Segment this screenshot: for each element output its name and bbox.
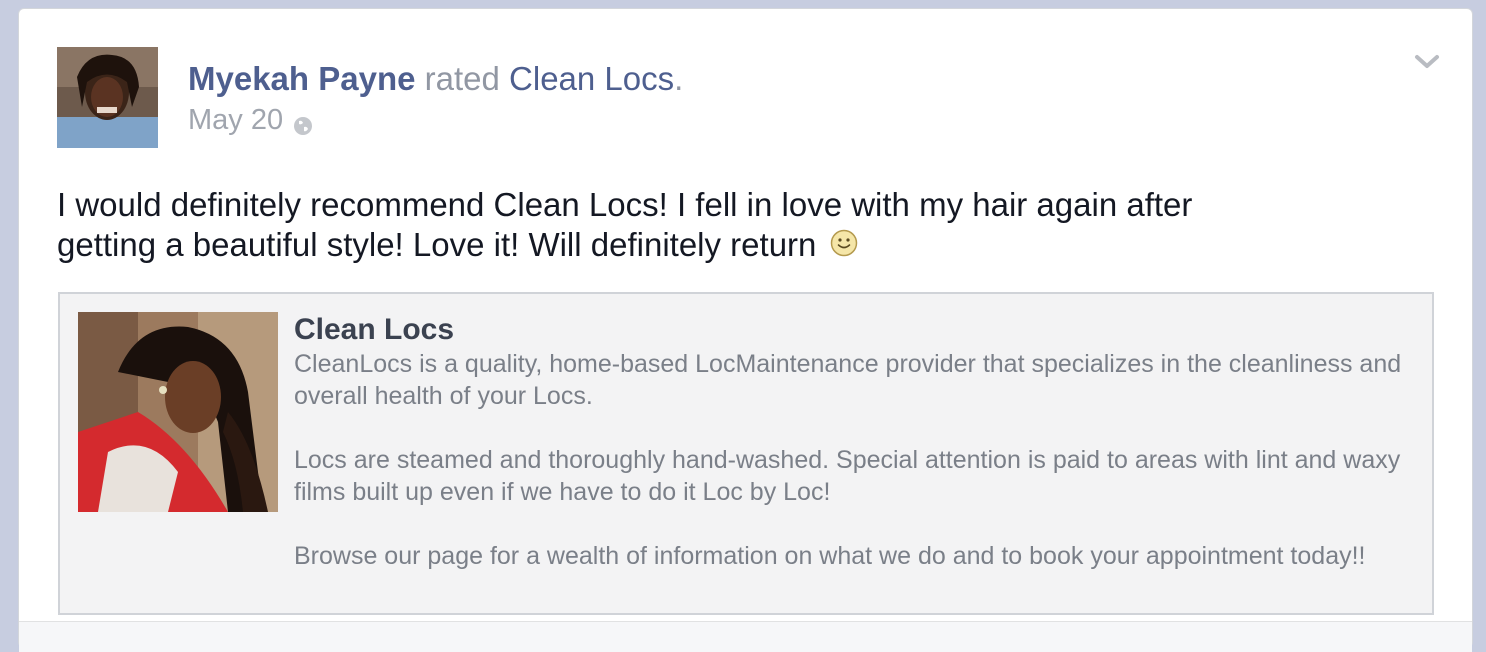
page-name-link[interactable]: Clean Locs xyxy=(509,60,674,97)
smiley-icon xyxy=(830,226,858,257)
globe-icon[interactable] xyxy=(293,110,313,135)
attachment-paragraph: Browse our page for a wealth of informat… xyxy=(294,542,1366,570)
attachment-photo xyxy=(78,312,278,512)
page-attachment-card[interactable]: Clean Locs CleanLocs is a quality, home-… xyxy=(58,292,1434,615)
header-trailing-punct: . xyxy=(674,60,684,97)
author-name-link[interactable]: Myekah Payne xyxy=(188,60,415,97)
post-message-text: I would definitely recommend Clean Locs!… xyxy=(57,186,1193,263)
story-footer-bar xyxy=(19,621,1472,652)
timestamp-link[interactable]: May 20 xyxy=(188,103,283,137)
chevron-down-icon[interactable] xyxy=(1414,53,1440,71)
attachment-description: CleanLocs is a quality, home-based LocMa… xyxy=(294,348,1414,572)
story-card: Myekah Payne rated Clean Locs. May 20 I … xyxy=(18,8,1473,652)
attachment-title[interactable]: Clean Locs xyxy=(294,312,1414,348)
story-meta: May 20 xyxy=(188,103,313,137)
action-text: rated xyxy=(415,60,510,97)
attachment-paragraph: CleanLocs is a quality, home-based LocMa… xyxy=(294,350,1402,410)
avatar-photo xyxy=(57,47,158,148)
author-avatar[interactable] xyxy=(57,47,158,148)
attachment-body: Clean Locs CleanLocs is a quality, home-… xyxy=(294,312,1414,572)
attachment-thumbnail[interactable] xyxy=(78,312,278,512)
story-header: Myekah Payne rated Clean Locs. xyxy=(188,60,683,98)
attachment-paragraph: Locs are steamed and thoroughly hand-was… xyxy=(294,446,1401,506)
post-message: I would definitely recommend Clean Locs!… xyxy=(57,185,1277,265)
